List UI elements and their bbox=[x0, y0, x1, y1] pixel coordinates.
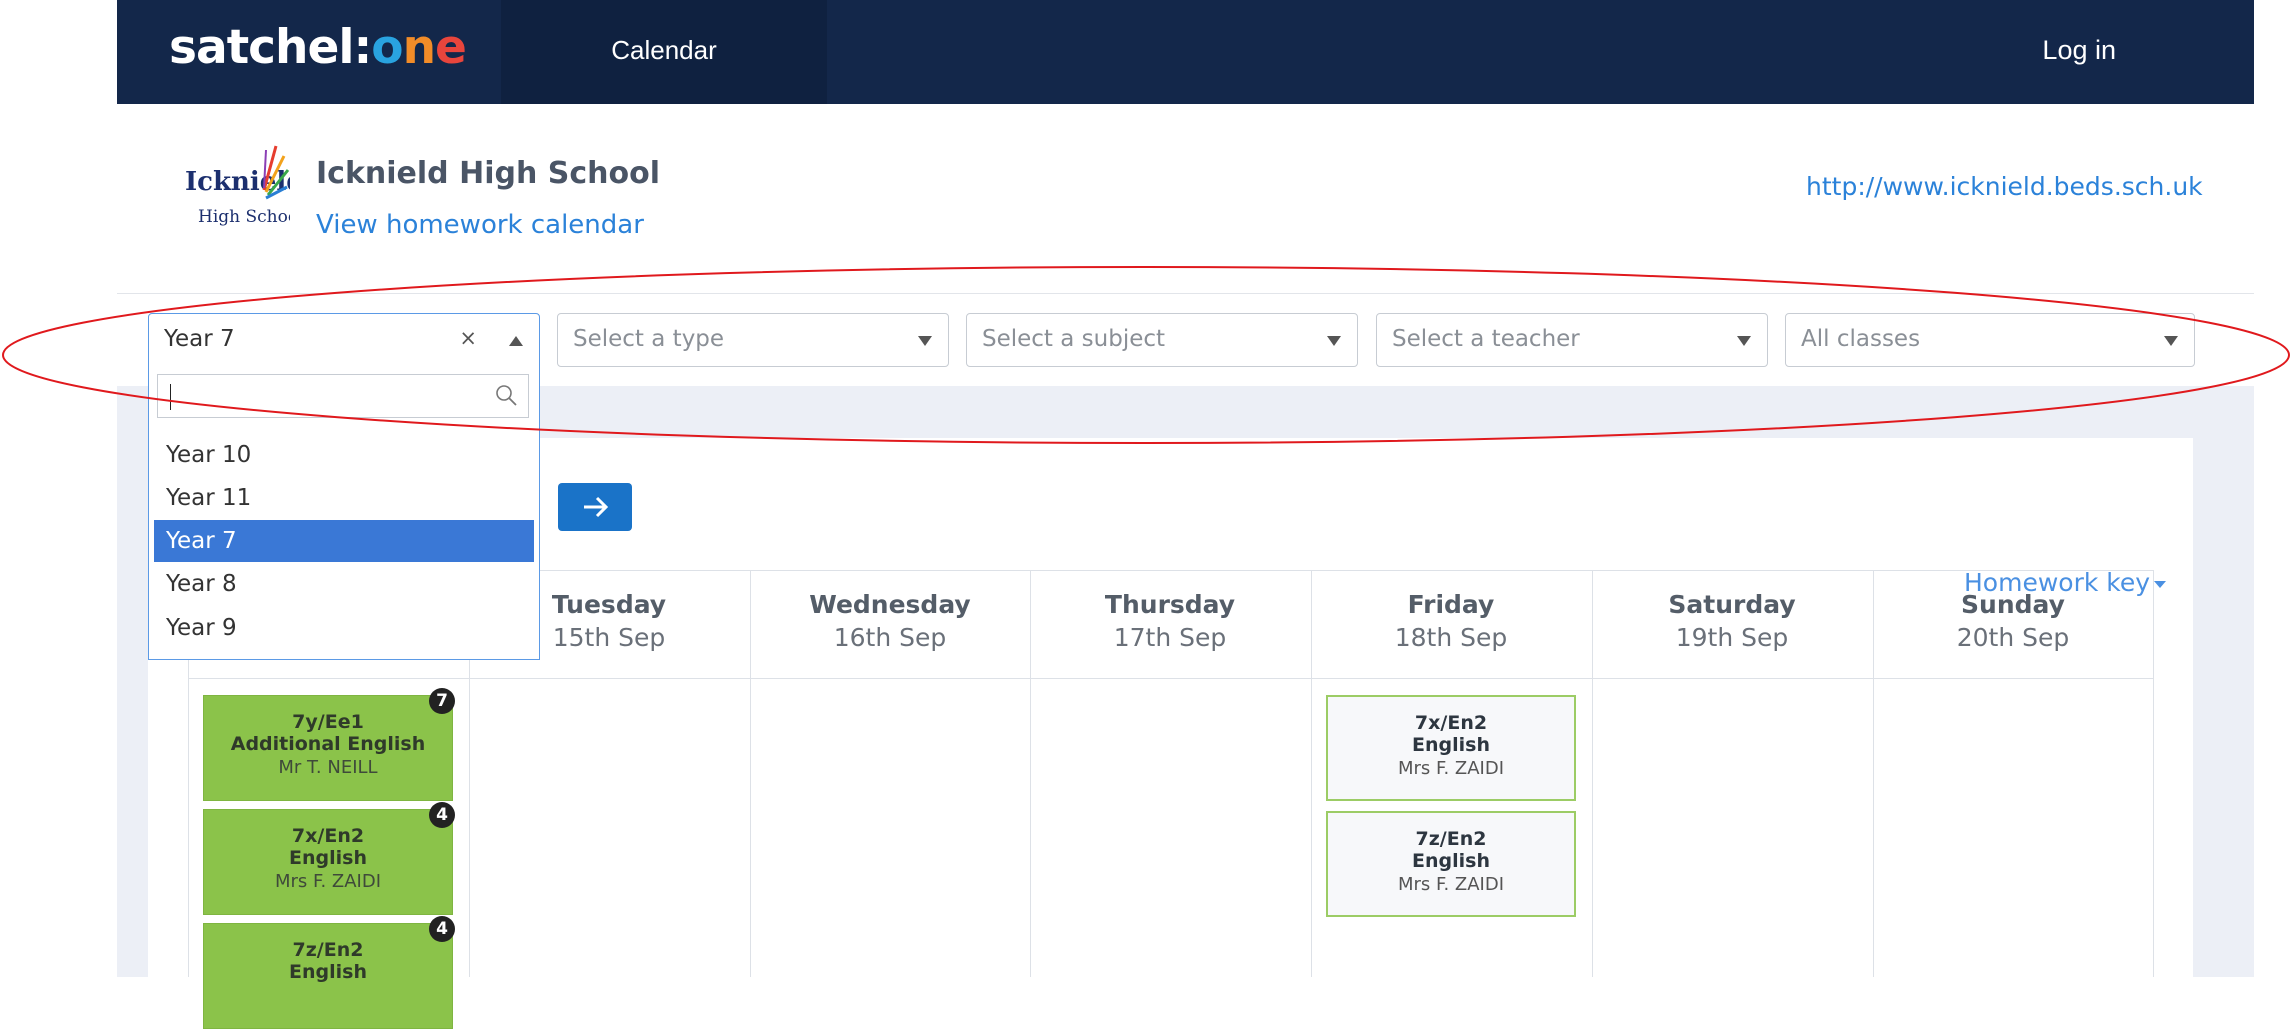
login-link[interactable]: Log in bbox=[2042, 35, 2116, 66]
nav-calendar-label: Calendar bbox=[611, 35, 717, 65]
clear-selection-icon[interactable]: × bbox=[459, 326, 477, 350]
teacher-select[interactable]: Select a teacher bbox=[1376, 313, 1768, 367]
dropdown-option-year-11[interactable]: Year 11 bbox=[154, 477, 534, 519]
event-subject: English bbox=[289, 961, 367, 983]
day-name: Friday bbox=[1407, 590, 1495, 619]
event-class: 7z/En2 bbox=[1415, 828, 1487, 850]
day-header-saturday: Saturday 19th Sep bbox=[1592, 590, 1872, 680]
option-label: Year 11 bbox=[166, 485, 252, 511]
chevron-down-icon bbox=[918, 336, 932, 346]
event-teacher: Mrs F. ZAIDI bbox=[274, 871, 382, 892]
logo-text-satchel: satchel: bbox=[169, 20, 372, 75]
homework-event-card[interactable]: 7x/En2 English Mrs F. ZAIDI bbox=[1326, 695, 1576, 801]
option-label: Year 7 bbox=[166, 528, 237, 554]
search-icon bbox=[496, 385, 517, 406]
event-class: 7y/Ee1 bbox=[292, 711, 364, 733]
day-date: 20th Sep bbox=[1956, 623, 2070, 652]
event-teacher: Mr T. NEILL bbox=[278, 757, 378, 778]
type-select-placeholder: Select a type bbox=[573, 326, 725, 352]
chevron-up-icon[interactable] bbox=[509, 336, 523, 346]
day-name: Sunday bbox=[1961, 590, 2065, 619]
day-date: 16th Sep bbox=[833, 623, 947, 652]
dropdown-option-year-7[interactable]: Year 7 bbox=[154, 520, 534, 562]
caret-down-icon bbox=[2154, 580, 2167, 588]
day-header-sunday: Sunday 20th Sep bbox=[1873, 590, 2153, 680]
top-navigation-bar: satchel:one Calendar Log in bbox=[117, 0, 2254, 104]
school-website-link[interactable]: http://www.icknield.beds.sch.uk bbox=[1806, 172, 2203, 201]
subject-select[interactable]: Select a subject bbox=[966, 313, 1358, 367]
year-dropdown-menu: Year 10 Year 11 Year 7 Year 8 Year 9 bbox=[148, 366, 540, 660]
option-label: Year 10 bbox=[166, 442, 252, 468]
logo-letter-n: n bbox=[402, 20, 436, 75]
event-class: 7x/En2 bbox=[291, 825, 365, 847]
day-name: Wednesday bbox=[809, 590, 971, 619]
dropdown-option-year-9[interactable]: Year 9 bbox=[154, 607, 534, 649]
option-label: Year 9 bbox=[166, 615, 237, 641]
logo-letter-o: o bbox=[371, 20, 403, 75]
classes-select[interactable]: All classes bbox=[1785, 313, 2195, 367]
year-group-select[interactable]: Year 7 × bbox=[148, 313, 540, 367]
column-divider bbox=[2153, 570, 2154, 977]
school-name: Icknield High School bbox=[316, 156, 661, 191]
event-teacher: Mrs F. ZAIDI bbox=[1397, 874, 1505, 895]
event-class: 7x/En2 bbox=[1414, 712, 1488, 734]
nav-calendar-tab[interactable]: Calendar bbox=[501, 0, 827, 104]
day-date: 19th Sep bbox=[1675, 623, 1789, 652]
type-select[interactable]: Select a type bbox=[557, 313, 949, 367]
chevron-down-icon bbox=[1327, 336, 1341, 346]
next-week-button[interactable] bbox=[558, 483, 632, 531]
event-subject: English bbox=[1412, 850, 1490, 872]
year-select-value: Year 7 bbox=[164, 326, 235, 352]
chevron-down-icon bbox=[1737, 336, 1751, 346]
day-date: 17th Sep bbox=[1113, 623, 1227, 652]
homework-count-badge: 4 bbox=[429, 916, 455, 942]
homework-count-badge: 7 bbox=[429, 688, 455, 714]
day-header-friday: Friday 18th Sep bbox=[1311, 590, 1591, 680]
day-name: Saturday bbox=[1668, 590, 1796, 619]
event-subject: English bbox=[1412, 734, 1490, 756]
arrow-right-icon bbox=[584, 496, 609, 518]
view-homework-calendar-link[interactable]: View homework calendar bbox=[316, 210, 644, 240]
homework-event-card[interactable]: 7x/En2 English Mrs F. ZAIDI 4 bbox=[203, 802, 455, 915]
dropdown-option-year-10[interactable]: Year 10 bbox=[154, 434, 534, 476]
classes-select-value: All classes bbox=[1801, 326, 1921, 352]
homework-event-card[interactable]: 7z/En2 English Mrs F. ZAIDI bbox=[1326, 811, 1576, 917]
day-header-wednesday: Wednesday 16th Sep bbox=[750, 590, 1030, 680]
day-date: 18th Sep bbox=[1394, 623, 1508, 652]
option-label: Year 8 bbox=[166, 571, 237, 597]
school-logo-text-2: High School bbox=[198, 207, 290, 227]
dropdown-search-input[interactable] bbox=[157, 374, 529, 418]
homework-count-badge: 4 bbox=[429, 802, 455, 828]
homework-event-card[interactable]: 7z/En2 English 4 bbox=[203, 916, 455, 1029]
school-logo: Icknield High School bbox=[180, 140, 304, 235]
teacher-select-placeholder: Select a teacher bbox=[1392, 326, 1580, 352]
satchel-one-logo[interactable]: satchel:one bbox=[169, 20, 467, 75]
event-subject: Additional English bbox=[230, 733, 426, 755]
homework-event-card[interactable]: 7y/Ee1 Additional English Mr T. NEILL 7 bbox=[203, 688, 455, 801]
event-teacher: Mrs F. ZAIDI bbox=[1397, 758, 1505, 779]
day-header-thursday: Thursday 17th Sep bbox=[1030, 590, 1310, 680]
day-name: Thursday bbox=[1104, 590, 1236, 619]
text-cursor bbox=[170, 384, 171, 410]
chevron-down-icon bbox=[2164, 336, 2178, 346]
dropdown-option-year-8[interactable]: Year 8 bbox=[154, 563, 534, 605]
logo-letter-e: e bbox=[435, 20, 467, 75]
event-class: 7z/En2 bbox=[292, 939, 364, 961]
subject-select-placeholder: Select a subject bbox=[982, 326, 1166, 352]
header-divider bbox=[117, 293, 2254, 294]
event-subject: English bbox=[289, 847, 367, 869]
